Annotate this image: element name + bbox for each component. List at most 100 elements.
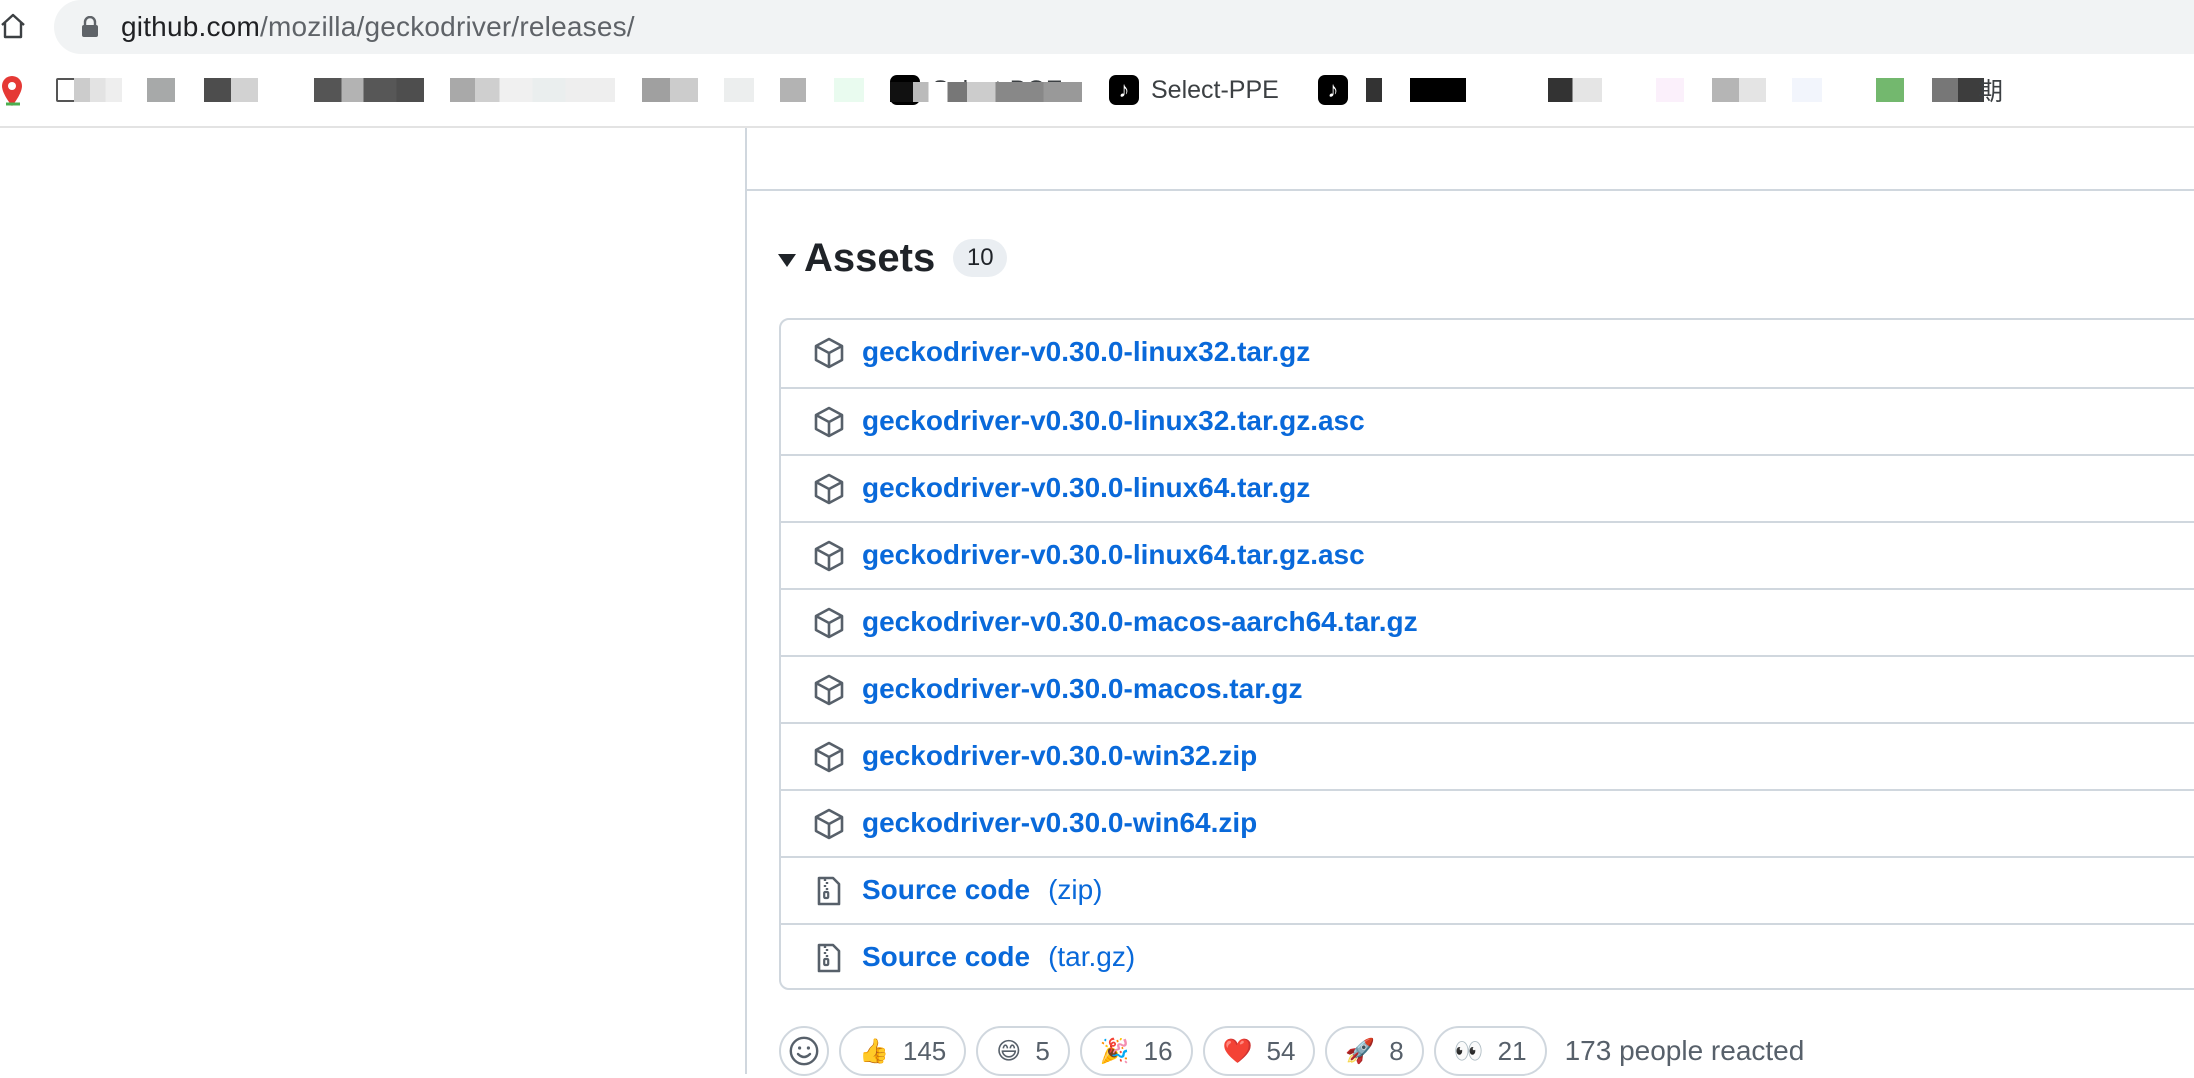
package-icon	[814, 337, 844, 369]
triangle-down-icon[interactable]	[778, 253, 796, 267]
bookmark-blurred-16[interactable]	[1876, 78, 1904, 102]
bookmark-blurred-10[interactable]	[1366, 78, 1382, 102]
file-zip-icon	[817, 876, 841, 906]
reaction-count: 21	[1497, 1035, 1527, 1066]
reaction-rocket[interactable]: 🚀 8	[1325, 1026, 1424, 1076]
reaction-laugh[interactable]: 😄 5	[976, 1026, 1070, 1076]
package-icon	[814, 741, 844, 773]
bookmark-select-ppe[interactable]: ♪ Select-PPE	[1109, 70, 1279, 110]
reaction-count: 54	[1266, 1035, 1296, 1066]
tiktok-icon: ♪	[1318, 75, 1348, 105]
package-icon	[814, 473, 844, 505]
smiley-icon	[789, 1036, 819, 1066]
reaction-thumbs-up[interactable]: 👍 145	[839, 1026, 967, 1076]
bookmark-blurred-8[interactable]	[780, 78, 806, 102]
file-zip-icon	[817, 943, 841, 973]
bookmark-blurred-3[interactable]	[204, 78, 258, 102]
assets-count-badge: 10	[953, 239, 1008, 277]
lock-icon[interactable]	[80, 16, 100, 38]
asset-row: geckodriver-v0.30.0-linux64.tar.gz	[781, 454, 2194, 521]
asset-name: geckodriver-v0.30.0-linux64.tar.gz	[862, 472, 1311, 503]
url-path: /mozilla/geckodriver/releases/	[259, 11, 635, 42]
assets-header[interactable]: Assets 10	[778, 230, 1008, 286]
reactions-bar: 👍 145 😄 5 🎉 16 ❤️ 54 🚀 8 👀 21 173 people react…	[779, 1024, 1804, 1078]
bookmark-blurred-14[interactable]	[1712, 78, 1766, 102]
home-icon[interactable]	[0, 12, 26, 40]
bookmark-blurred-4[interactable]	[314, 78, 424, 102]
heart-icon: ❤️	[1222, 1037, 1253, 1065]
bookmark-tiktok-blurred[interactable]: ♪	[1318, 70, 1348, 110]
toolbar-divider	[0, 126, 2194, 128]
assets-list: geckodriver-v0.30.0-linux32.tar.gz gecko…	[779, 318, 2194, 990]
tiktok-icon: ♪	[1109, 75, 1139, 105]
asset-download-link[interactable]: geckodriver-v0.30.0-macos-aarch64.tar.gz	[862, 604, 1418, 640]
source-code-targz-link[interactable]: Source code (tar.gz)	[862, 939, 1135, 975]
bookmark-blurred-13[interactable]	[1656, 78, 1684, 102]
reaction-count: 8	[1389, 1035, 1404, 1066]
bookmark-redaction-blur	[890, 82, 1082, 102]
laugh-icon: 😄	[996, 1037, 1022, 1065]
reaction-hooray[interactable]: 🎉 16	[1079, 1026, 1193, 1076]
asset-download-link[interactable]: geckodriver-v0.30.0-linux64.tar.gz	[862, 470, 1310, 506]
hooray-icon: 🎉	[1099, 1037, 1130, 1065]
bookmark-blurred-9[interactable]	[834, 78, 864, 102]
asset-download-link[interactable]: geckodriver-v0.30.0-win32.zip	[862, 738, 1257, 774]
eyes-icon: 👀	[1453, 1037, 1484, 1065]
asset-download-link[interactable]: geckodriver-v0.30.0-linux64.tar.gz.asc	[862, 537, 1365, 573]
url-host: github.com	[121, 11, 260, 42]
add-reaction-button[interactable]	[779, 1026, 829, 1076]
reactions-summary: 173 people reacted	[1564, 1035, 1805, 1066]
asset-download-link[interactable]: geckodriver-v0.30.0-linux32.tar.gz	[862, 334, 1310, 370]
package-icon	[814, 808, 844, 840]
asset-download-link[interactable]: geckodriver-v0.30.0-linux32.tar.gz.asc	[862, 403, 1365, 439]
asset-name: geckodriver-v0.30.0-win64.zip	[862, 807, 1258, 838]
asset-row: geckodriver-v0.30.0-win32.zip	[781, 722, 2194, 789]
bookmark-blurred-11[interactable]	[1410, 78, 1466, 102]
release-section-separator	[747, 189, 2194, 191]
asset-name: geckodriver-v0.30.0-win32.zip	[862, 740, 1258, 771]
reaction-count: 16	[1143, 1035, 1173, 1066]
asset-name: geckodriver-v0.30.0-linux32.tar.gz	[862, 336, 1311, 367]
asset-name: geckodriver-v0.30.0-linux32.tar.gz.asc	[862, 405, 1365, 436]
reaction-count: 5	[1035, 1035, 1050, 1066]
package-icon	[814, 674, 844, 706]
asset-row: geckodriver-v0.30.0-win64.zip	[781, 789, 2194, 856]
bookmark-folder-icon[interactable]	[56, 78, 76, 102]
bookmark-blurred-6[interactable]	[642, 78, 698, 102]
bookmark-blurred-12[interactable]	[1548, 78, 1602, 102]
rocket-icon: 🚀	[1345, 1037, 1376, 1065]
asset-row: geckodriver-v0.30.0-linux64.tar.gz.asc	[781, 521, 2194, 588]
bookmark-blurred-2[interactable]	[147, 78, 175, 102]
asset-suffix: (tar.gz)	[1048, 941, 1136, 972]
source-code-zip-link[interactable]: Source code (zip)	[862, 872, 1103, 908]
bookmark-blurred-7[interactable]	[724, 78, 754, 102]
asset-row: geckodriver-v0.30.0-macos.tar.gz	[781, 655, 2194, 722]
asset-row: geckodriver-v0.30.0-linux32.tar.gz	[781, 320, 2194, 387]
assets-title[interactable]: Assets	[804, 236, 935, 281]
bookmark-blurred-5[interactable]	[450, 78, 615, 102]
address-bar-url[interactable]: github.com/mozilla/geckodriver/releases/	[121, 9, 635, 45]
bookmark-blurred-icon	[1932, 78, 1984, 102]
reaction-heart[interactable]: ❤️ 54	[1202, 1026, 1316, 1076]
asset-name: geckodriver-v0.30.0-linux64.tar.gz.asc	[862, 539, 1365, 570]
package-icon	[814, 406, 844, 438]
asset-download-link[interactable]: geckodriver-v0.30.0-win64.zip	[862, 805, 1257, 841]
package-icon	[814, 540, 844, 572]
asset-name: geckodriver-v0.30.0-macos-aarch64.tar.gz	[862, 606, 1418, 637]
reaction-eyes[interactable]: 👀 21	[1433, 1026, 1547, 1076]
asset-suffix: (zip)	[1048, 874, 1103, 905]
asset-download-link[interactable]: geckodriver-v0.30.0-macos.tar.gz	[862, 671, 1302, 707]
bookmark-blurred-1[interactable]	[74, 78, 122, 102]
thumbs-up-icon: 👍	[859, 1037, 889, 1065]
content-left-border	[745, 128, 747, 1074]
maps-pin-icon[interactable]	[0, 74, 30, 110]
asset-row: geckodriver-v0.30.0-linux32.tar.gz.asc	[781, 387, 2194, 454]
bookmark-label: Select-PPE	[1151, 75, 1279, 104]
asset-name: Source code	[862, 874, 1031, 905]
reaction-count: 145	[902, 1035, 947, 1066]
asset-name: geckodriver-v0.30.0-macos.tar.gz	[862, 673, 1303, 704]
bookmark-blurred-15[interactable]	[1792, 78, 1822, 102]
asset-row: geckodriver-v0.30.0-macos-aarch64.tar.gz	[781, 588, 2194, 655]
asset-name: Source code	[862, 941, 1031, 972]
bookmark-last[interactable]: 期	[1932, 70, 2003, 110]
